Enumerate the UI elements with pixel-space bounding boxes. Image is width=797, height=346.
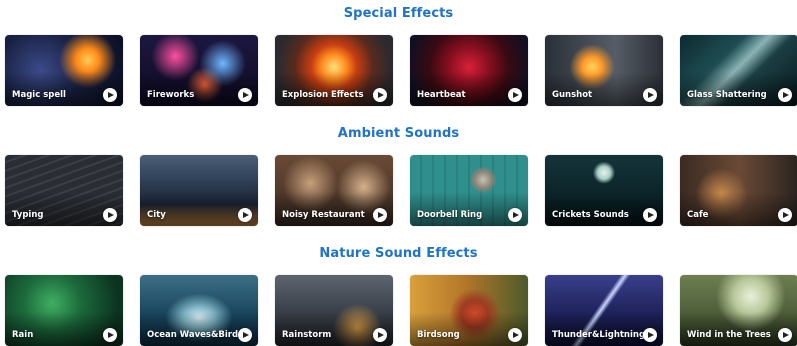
card-label: Gunshot: [552, 90, 593, 100]
play-icon[interactable]: [508, 208, 522, 222]
card-label: Magic spell: [12, 90, 66, 100]
sound-card-rainstorm[interactable]: Rainstorm: [275, 275, 393, 346]
sound-card-rain[interactable]: Rain: [5, 275, 123, 346]
play-icon[interactable]: [373, 328, 387, 342]
card-label: Ocean Waves&Bird: [147, 330, 239, 340]
sound-card-birdsong[interactable]: Birdsong: [410, 275, 528, 346]
play-icon[interactable]: [508, 328, 522, 342]
play-icon[interactable]: [238, 208, 252, 222]
sound-card-typing[interactable]: Typing: [5, 155, 123, 226]
play-icon[interactable]: [778, 328, 792, 342]
play-icon[interactable]: [373, 88, 387, 102]
sound-card-glass-shattering[interactable]: Glass Shattering: [680, 35, 797, 106]
sound-card-magic-spell[interactable]: Magic spell: [5, 35, 123, 106]
play-icon[interactable]: [508, 88, 522, 102]
card-label: Rain: [12, 330, 34, 340]
sound-card-doorbell-ring[interactable]: Doorbell Ring: [410, 155, 528, 226]
card-label: Crickets Sounds: [552, 210, 629, 220]
sound-card-fireworks[interactable]: Fireworks: [140, 35, 258, 106]
card-label: Fireworks: [147, 90, 195, 100]
sound-card-heartbeat[interactable]: Heartbeat: [410, 35, 528, 106]
play-icon[interactable]: [373, 208, 387, 222]
play-icon[interactable]: [778, 208, 792, 222]
card-label: Explosion Effects: [282, 90, 364, 100]
sound-card-city[interactable]: City: [140, 155, 258, 226]
card-label: Doorbell Ring: [417, 210, 483, 220]
sound-card-wind-in-the-trees[interactable]: Wind in the Trees: [680, 275, 797, 346]
sound-card-noisy-restaurant[interactable]: Noisy Restaurant: [275, 155, 393, 226]
card-label: Wind in the Trees: [687, 330, 771, 340]
card-label: Heartbeat: [417, 90, 466, 100]
sound-card-thunder-lightning[interactable]: Thunder&Lightning: [545, 275, 663, 346]
section-title: Ambient Sounds: [337, 126, 460, 141]
sound-card-crickets-sounds[interactable]: Crickets Sounds: [545, 155, 663, 226]
section-title: Special Effects: [343, 6, 454, 21]
play-icon[interactable]: [238, 88, 252, 102]
card-label: Rainstorm: [282, 330, 332, 340]
card-label: Birdsong: [417, 330, 460, 340]
play-icon[interactable]: [643, 88, 657, 102]
sound-card-gunshot[interactable]: Gunshot: [545, 35, 663, 106]
card-label: Typing: [12, 210, 44, 220]
card-row: Magic spell Fireworks Explosion Effects …: [0, 35, 797, 106]
play-icon[interactable]: [103, 208, 117, 222]
play-icon[interactable]: [643, 208, 657, 222]
play-icon[interactable]: [238, 328, 252, 342]
card-row: Typing City Noisy Restaurant Doorbell Ri…: [0, 155, 797, 226]
card-label: Glass Shattering: [687, 90, 767, 100]
card-label: Cafe: [687, 210, 709, 220]
card-label: Thunder&Lightning: [552, 330, 646, 340]
play-icon[interactable]: [103, 88, 117, 102]
sound-card-cafe[interactable]: Cafe: [680, 155, 797, 226]
sound-card-explosion-effects[interactable]: Explosion Effects: [275, 35, 393, 106]
section-title: Nature Sound Effects: [319, 246, 478, 261]
card-row: Rain Ocean Waves&Bird Rainstorm Birdsong…: [0, 275, 797, 346]
play-icon[interactable]: [643, 328, 657, 342]
sound-card-ocean-waves-bird[interactable]: Ocean Waves&Bird: [140, 275, 258, 346]
play-icon[interactable]: [778, 88, 792, 102]
card-label: City: [147, 210, 166, 220]
play-icon[interactable]: [103, 328, 117, 342]
card-label: Noisy Restaurant: [282, 210, 365, 220]
